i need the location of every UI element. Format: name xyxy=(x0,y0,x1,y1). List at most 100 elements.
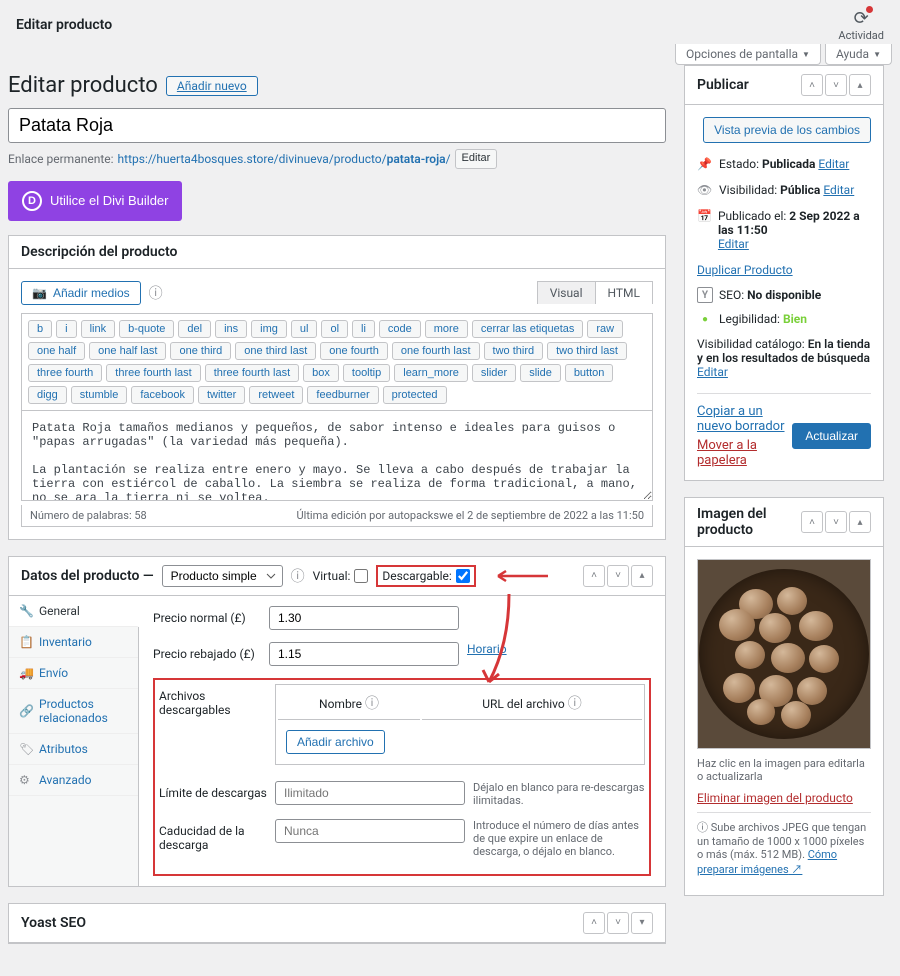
download-expiry-input[interactable] xyxy=(275,819,465,843)
quicktag-cerrar-las-etiquetas[interactable]: cerrar las etiquetas xyxy=(472,320,584,338)
tab-inventory[interactable]: 📋Inventario xyxy=(9,627,138,658)
help-tab[interactable]: Ayuda xyxy=(825,44,892,65)
quicktag-one-half[interactable]: one half xyxy=(28,342,85,360)
quicktag-two-third[interactable]: two third xyxy=(484,342,544,360)
move-to-trash-link[interactable]: Mover a la papelera xyxy=(697,438,792,468)
downloads-label: Archivos descargables xyxy=(159,684,267,717)
quicktag-ins[interactable]: ins xyxy=(215,320,247,338)
quicktag-tooltip[interactable]: tooltip xyxy=(343,364,390,382)
edit-catalog-link[interactable]: Editar xyxy=(697,365,728,379)
quicktag-i[interactable]: i xyxy=(56,320,76,338)
virtual-checkbox[interactable] xyxy=(354,569,368,583)
truck-icon: 🚚 xyxy=(19,666,33,680)
quicktag-one-third-last[interactable]: one third last xyxy=(235,342,316,360)
quicktag-one-half-last[interactable]: one half last xyxy=(89,342,166,360)
panel-toggle-button[interactable]: ▴ xyxy=(631,565,653,587)
schedule-link[interactable]: Horario xyxy=(467,642,507,656)
panel-down-button[interactable]: ˅ xyxy=(607,912,629,934)
panel-up-button[interactable]: ˄ xyxy=(583,565,605,587)
quicktag-retweet[interactable]: retweet xyxy=(249,386,303,404)
quicktag-li[interactable]: li xyxy=(352,320,375,338)
quicktag-del[interactable]: del xyxy=(178,320,211,338)
panel-up-button[interactable]: ˄ xyxy=(583,912,605,934)
quicktag-b[interactable]: b xyxy=(28,320,52,338)
download-limit-input[interactable] xyxy=(275,781,465,805)
add-file-button[interactable]: Añadir archivo xyxy=(286,730,385,754)
quicktag-more[interactable]: more xyxy=(425,320,468,338)
quicktag-feedburner[interactable]: feedburner xyxy=(307,386,378,404)
quicktag-slider[interactable]: slider xyxy=(472,364,516,382)
quicktag-b-quote[interactable]: b-quote xyxy=(119,320,174,338)
help-icon[interactable]: ⓘ xyxy=(291,566,305,586)
quicktag-learn_more[interactable]: learn_more xyxy=(394,364,468,382)
edit-date-link[interactable]: Editar xyxy=(718,237,749,251)
quicktag-one-fourth-last[interactable]: one fourth last xyxy=(392,342,480,360)
tab-linked[interactable]: 🔗Productos relacionados xyxy=(9,689,138,734)
info-icon: ⓘ xyxy=(697,821,708,834)
help-icon[interactable]: ⓘ xyxy=(365,696,379,712)
permalink-url[interactable]: https://huerta4bosques.store/divinueva/p… xyxy=(118,152,451,166)
quicktag-one-third[interactable]: one third xyxy=(170,342,231,360)
panel-up-button[interactable]: ˄ xyxy=(801,74,823,96)
product-type-select[interactable]: Producto simple xyxy=(162,565,283,587)
tab-attributes[interactable]: 🏷Atributos xyxy=(9,734,138,765)
quicktag-raw[interactable]: raw xyxy=(587,320,623,338)
tab-general[interactable]: 🔧General xyxy=(9,596,139,627)
update-button[interactable]: Actualizar xyxy=(792,423,871,449)
panel-toggle-button[interactable]: ▴ xyxy=(849,511,871,533)
quicktag-three-fourth-last[interactable]: three fourth last xyxy=(106,364,200,382)
product-title-input[interactable] xyxy=(8,108,666,143)
downloadable-checkbox[interactable] xyxy=(456,569,470,583)
add-new-button[interactable]: Añadir nuevo xyxy=(166,76,258,96)
html-tab[interactable]: HTML xyxy=(596,282,653,304)
divi-builder-button[interactable]: D Utilice el Divi Builder xyxy=(8,181,182,221)
quicktag-twitter[interactable]: twitter xyxy=(198,386,245,404)
quicktag-ul[interactable]: ul xyxy=(291,320,318,338)
panel-toggle-button[interactable]: ▾ xyxy=(631,912,653,934)
panel-up-button[interactable]: ˄ xyxy=(801,511,823,533)
regular-price-input[interactable] xyxy=(269,606,459,630)
content-editor[interactable]: Patata Roja tamaños medianos y pequeños,… xyxy=(21,411,653,501)
screen-options-tab[interactable]: Opciones de pantalla xyxy=(675,44,821,65)
quicktag-two-third-last[interactable]: two third last xyxy=(547,342,627,360)
add-media-button[interactable]: 📷 Añadir medios xyxy=(21,281,141,305)
quicktag-img[interactable]: img xyxy=(251,320,287,338)
image-caption: Haz clic en la imagen para editarla o ac… xyxy=(697,749,871,791)
preview-changes-button[interactable]: Vista previa de los cambios xyxy=(703,117,871,143)
sale-price-input[interactable] xyxy=(269,642,459,666)
edit-visibility-link[interactable]: Editar xyxy=(823,183,854,197)
quicktag-three-fourth[interactable]: three fourth xyxy=(28,364,102,382)
quicktag-button[interactable]: button xyxy=(565,364,614,382)
quicktag-box[interactable]: box xyxy=(303,364,339,382)
quicktag-facebook[interactable]: facebook xyxy=(131,386,194,404)
panel-down-button[interactable]: ˅ xyxy=(825,511,847,533)
quicktag-one-fourth[interactable]: one fourth xyxy=(320,342,388,360)
tab-advanced[interactable]: ⚙Avanzado xyxy=(9,765,138,796)
virtual-checkbox-label[interactable]: Virtual: xyxy=(313,569,369,583)
quicktag-link[interactable]: link xyxy=(81,320,116,338)
activity-button[interactable]: ⟳ Actividad xyxy=(838,8,884,42)
quicktag-code[interactable]: code xyxy=(379,320,421,338)
downloadable-checkbox-label[interactable]: Descargable: xyxy=(376,565,475,587)
product-image-thumbnail[interactable] xyxy=(697,559,871,749)
help-icon[interactable]: ⓘ xyxy=(568,696,582,712)
quicktag-stumble[interactable]: stumble xyxy=(71,386,128,404)
clipboard-icon: 📋 xyxy=(19,635,33,649)
quicktag-three-fourth-last[interactable]: three fourth last xyxy=(205,364,299,382)
edit-slug-button[interactable]: Editar xyxy=(455,149,498,169)
copy-draft-link[interactable]: Copiar a un nuevo borrador xyxy=(697,404,792,434)
eye-icon: 👁 xyxy=(697,183,713,197)
remove-image-link[interactable]: Eliminar imagen del producto xyxy=(697,791,853,805)
quicktag-slide[interactable]: slide xyxy=(520,364,561,382)
edit-status-link[interactable]: Editar xyxy=(818,157,849,171)
quicktag-ol[interactable]: ol xyxy=(321,320,348,338)
tab-shipping[interactable]: 🚚Envío xyxy=(9,658,138,689)
panel-toggle-button[interactable]: ▴ xyxy=(849,74,871,96)
help-icon[interactable]: ⓘ xyxy=(149,283,163,303)
quicktag-protected[interactable]: protected xyxy=(383,386,447,404)
duplicate-product-link[interactable]: Duplicar Producto xyxy=(697,263,793,277)
visual-tab[interactable]: Visual xyxy=(538,282,596,304)
panel-down-button[interactable]: ˅ xyxy=(825,74,847,96)
quicktag-digg[interactable]: digg xyxy=(28,386,67,404)
panel-down-button[interactable]: ˅ xyxy=(607,565,629,587)
